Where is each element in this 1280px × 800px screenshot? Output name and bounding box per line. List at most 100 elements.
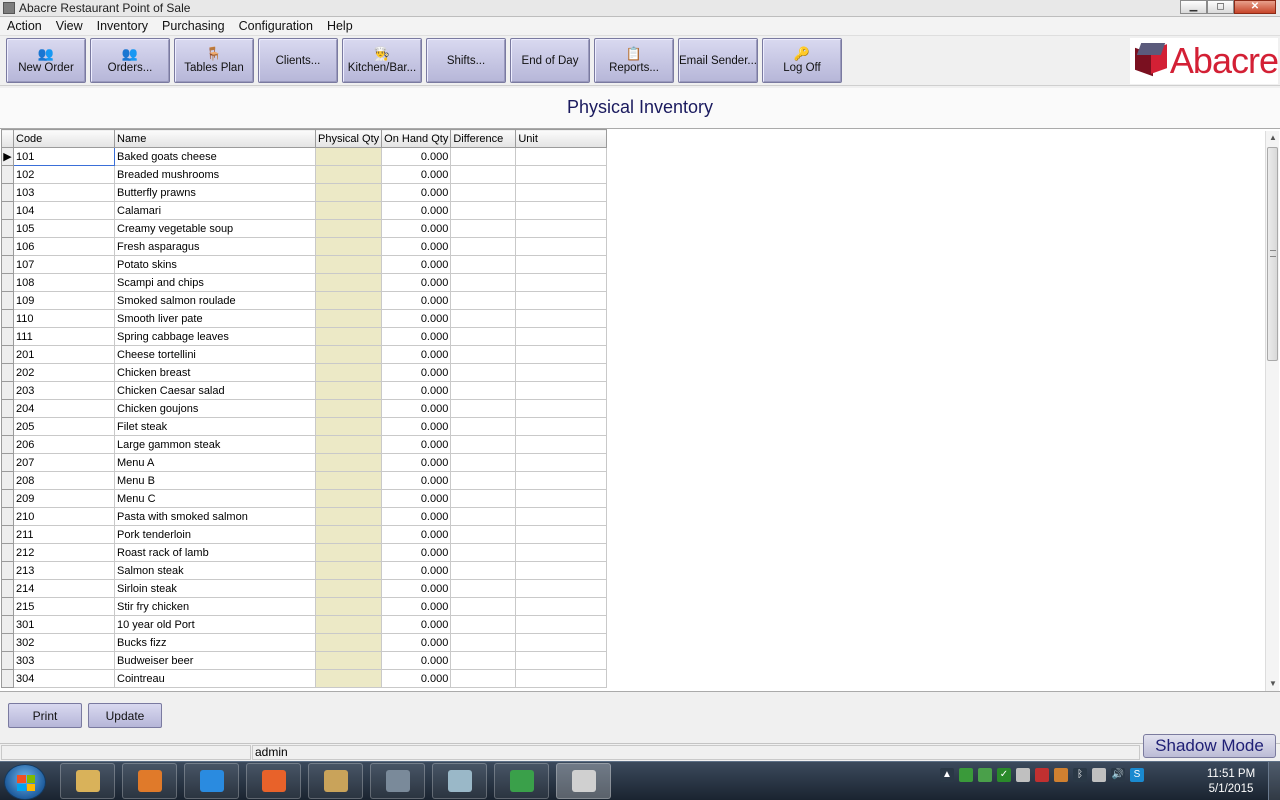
cell-name[interactable]: Butterfly prawns (114, 183, 316, 202)
cell-physical-qty[interactable] (314, 525, 383, 544)
cell-name[interactable]: Pork tenderloin (114, 525, 316, 544)
table-row[interactable]: 209 Menu C 0.000 (1, 489, 608, 508)
kitchen-bar-button[interactable]: 👨‍🍳 Kitchen/Bar... (342, 38, 422, 83)
cell-name[interactable]: Cointreau (114, 669, 316, 688)
cell-physical-qty[interactable] (314, 381, 383, 400)
column-header-on-hand-qty[interactable]: On Hand Qty (381, 129, 452, 148)
row-selector[interactable] (1, 597, 14, 616)
cell-physical-qty[interactable] (314, 507, 383, 526)
taskbar-app-button[interactable] (432, 763, 487, 799)
cell-physical-qty[interactable] (314, 219, 383, 238)
table-row[interactable]: 110 Smooth liver pate 0.000 (1, 309, 608, 328)
cell-code[interactable]: 212 (13, 543, 115, 562)
end-of-day-button[interactable]: End of Day (510, 38, 590, 83)
cell-physical-qty[interactable] (314, 651, 383, 670)
cell-physical-qty[interactable] (314, 255, 383, 274)
menu-help[interactable]: Help (320, 19, 360, 33)
table-row[interactable]: 202 Chicken breast 0.000 (1, 363, 608, 382)
show-desktop-button[interactable] (1268, 762, 1280, 800)
table-row[interactable]: 212 Roast rack of lamb 0.000 (1, 543, 608, 562)
row-selector[interactable] (1, 399, 14, 418)
taskbar-app-button[interactable] (556, 763, 611, 799)
taskbar-app-button[interactable] (246, 763, 301, 799)
cell-physical-qty[interactable] (314, 597, 383, 616)
table-row[interactable]: 109 Smoked salmon roulade 0.000 (1, 291, 608, 310)
cell-physical-qty[interactable] (314, 147, 383, 166)
cell-physical-qty[interactable] (314, 273, 383, 292)
menu-purchasing[interactable]: Purchasing (155, 19, 232, 33)
row-selector[interactable] (1, 561, 14, 580)
row-selector[interactable] (1, 165, 14, 184)
cell-code[interactable]: 205 (13, 417, 115, 436)
cell-name[interactable]: Menu C (114, 489, 316, 508)
cell-code[interactable]: 203 (13, 381, 115, 400)
bluetooth-icon[interactable]: ᛒ (1073, 768, 1087, 782)
cell-code[interactable]: 111 (13, 327, 115, 346)
table-row[interactable]: 204 Chicken goujons 0.000 (1, 399, 608, 418)
cell-physical-qty[interactable] (314, 579, 383, 598)
row-selector[interactable] (1, 183, 14, 202)
row-selector[interactable] (1, 651, 14, 670)
row-selector[interactable] (1, 633, 14, 652)
clients-button[interactable]: Clients... (258, 38, 338, 83)
table-row[interactable]: 208 Menu B 0.000 (1, 471, 608, 490)
menu-inventory[interactable]: Inventory (90, 19, 155, 33)
column-header-physical-qty[interactable]: Physical Qty (314, 129, 383, 148)
close-button[interactable]: ✕ (1234, 0, 1276, 14)
cell-code[interactable]: 206 (13, 435, 115, 454)
table-row[interactable]: ▶ 101 Baked goats cheese 0.000 (1, 147, 608, 166)
table-row[interactable]: 103 Butterfly prawns 0.000 (1, 183, 608, 202)
row-selector[interactable] (1, 381, 14, 400)
column-header-difference[interactable]: Difference (450, 129, 517, 148)
cell-name[interactable]: Menu B (114, 471, 316, 490)
row-selector[interactable] (1, 615, 14, 634)
cell-code[interactable]: 211 (13, 525, 115, 544)
cell-name[interactable]: Chicken breast (114, 363, 316, 382)
update-button[interactable]: Update (88, 703, 162, 728)
cell-code[interactable]: 208 (13, 471, 115, 490)
cell-name[interactable]: Smooth liver pate (114, 309, 316, 328)
orders-button[interactable]: 👥 Orders... (90, 38, 170, 83)
cell-name[interactable]: Cheese tortellini (114, 345, 316, 364)
log-off-button[interactable]: 🔑 Log Off (762, 38, 842, 83)
cell-name[interactable]: 10 year old Port (114, 615, 316, 634)
row-selector[interactable] (1, 219, 14, 238)
table-row[interactable]: 303 Budweiser beer 0.000 (1, 651, 608, 670)
tray-app-icon[interactable] (959, 768, 973, 782)
cell-physical-qty[interactable] (314, 327, 383, 346)
cell-name[interactable]: Chicken goujons (114, 399, 316, 418)
cell-name[interactable]: Budweiser beer (114, 651, 316, 670)
show-hidden-icons-icon[interactable]: ▲ (940, 768, 954, 782)
table-row[interactable]: 203 Chicken Caesar salad 0.000 (1, 381, 608, 400)
cell-physical-qty[interactable] (314, 561, 383, 580)
clock[interactable]: 11:51 PM 5/1/2015 (1196, 767, 1266, 797)
cell-name[interactable]: Salmon steak (114, 561, 316, 580)
cell-physical-qty[interactable] (314, 399, 383, 418)
table-row[interactable]: 102 Breaded mushrooms 0.000 (1, 165, 608, 184)
table-row[interactable]: 210 Pasta with smoked salmon 0.000 (1, 507, 608, 526)
taskbar-app-button[interactable] (184, 763, 239, 799)
cell-name[interactable]: Roast rack of lamb (114, 543, 316, 562)
cell-physical-qty[interactable] (314, 165, 383, 184)
cell-physical-qty[interactable] (314, 543, 383, 562)
cell-code[interactable]: 215 (13, 597, 115, 616)
table-row[interactable]: 207 Menu A 0.000 (1, 453, 608, 472)
row-selector[interactable] (1, 669, 14, 688)
table-row[interactable]: 211 Pork tenderloin 0.000 (1, 525, 608, 544)
row-selector[interactable] (1, 489, 14, 508)
cell-physical-qty[interactable] (314, 489, 383, 508)
table-row[interactable]: 106 Fresh asparagus 0.000 (1, 237, 608, 256)
table-row[interactable]: 107 Potato skins 0.000 (1, 255, 608, 274)
volume-icon[interactable]: 🔊 (1111, 768, 1125, 782)
tray-refresh-icon[interactable] (978, 768, 992, 782)
menu-action[interactable]: Action (0, 19, 49, 33)
column-header-code[interactable]: Code (13, 129, 115, 148)
tray-tool-icon[interactable] (1016, 768, 1030, 782)
cell-code[interactable]: 301 (13, 615, 115, 634)
cell-code[interactable]: 103 (13, 183, 115, 202)
cell-name[interactable]: Sirloin steak (114, 579, 316, 598)
row-selector[interactable] (1, 327, 14, 346)
maximize-button[interactable]: ◻ (1207, 0, 1234, 14)
row-selector[interactable] (1, 309, 14, 328)
cell-physical-qty[interactable] (314, 291, 383, 310)
